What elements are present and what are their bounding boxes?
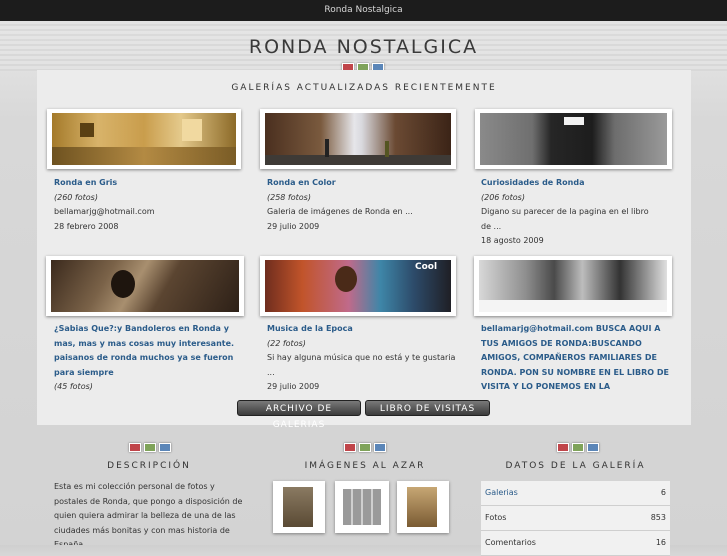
photo-count: (45 fotos) xyxy=(54,382,93,392)
gallery-card-4: ¿Sabias Que?:y Bandoleros en Ronda y mas… xyxy=(54,322,244,395)
green-swatch-icon xyxy=(144,443,156,452)
gallery-archive-button[interactable]: ARCHIVO DE GALERIAS xyxy=(237,400,361,430)
red-swatch-icon xyxy=(557,443,569,452)
window-title-bar: Ronda Nostalgica xyxy=(0,0,727,21)
green-swatch-icon xyxy=(359,443,371,452)
gallery-title-link[interactable]: Curiosidades de Ronda xyxy=(481,176,681,191)
description-text: Esta es mi colección personal de fotos y… xyxy=(54,482,243,545)
blue-swatch-icon xyxy=(587,443,599,452)
gallery-thumb-busca-amigos[interactable] xyxy=(474,256,672,316)
random-image-thumb[interactable] xyxy=(273,481,325,533)
thumb-image xyxy=(407,487,437,527)
photo-count: (258 fotos) xyxy=(267,192,311,202)
thumb-image xyxy=(265,113,451,165)
thumb-image xyxy=(479,260,667,312)
stats-label: Fotos xyxy=(485,513,507,522)
gallery-date: 29 julio 2009 xyxy=(267,382,320,392)
gallery-card-2: Ronda en Color (258 fotos) Galeria de im… xyxy=(267,176,467,234)
gallery-card-6: bellamarjg@hotmail.com BUSCA AQUI A TUS … xyxy=(481,322,671,392)
recent-galleries-heading: GALERÍAS ACTUALIZADAS RECIENTEMENTE xyxy=(231,83,497,93)
gallery-thumb-sabias-que[interactable] xyxy=(46,256,244,316)
site-title[interactable]: RONDA NOSTALGICA xyxy=(0,36,727,58)
thumb-image xyxy=(51,260,239,312)
thumb-image xyxy=(343,489,381,525)
gallery-date: 18 agosto 2009 xyxy=(481,236,544,246)
thumb-image: Cool xyxy=(265,260,451,312)
gallery-title-link[interactable]: bellamarjg@hotmail.com BUSCA AQUI A TUS … xyxy=(481,322,671,392)
red-swatch-icon xyxy=(129,443,141,452)
stats-value: 6 xyxy=(660,488,666,497)
thumb-image xyxy=(283,487,313,527)
green-swatch-icon xyxy=(572,443,584,452)
guestbook-button[interactable]: LIBRO DE VISITAS xyxy=(365,400,490,416)
gallery-card-1: Ronda en Gris (260 fotos) bellamarjg@hot… xyxy=(54,176,244,234)
red-swatch-icon xyxy=(344,443,356,452)
gallery-stats-heading: DATOS DE LA GALERÍA xyxy=(505,461,646,471)
random-images-heading: IMÁGENES AL AZAR xyxy=(304,461,426,471)
gallery-summary: Galeria de imágenes de Ronda en ... xyxy=(267,207,413,217)
gallery-thumb-ronda-en-gris[interactable] xyxy=(47,109,241,169)
blue-swatch-icon xyxy=(159,443,171,452)
photo-count: (206 fotos) xyxy=(481,192,525,202)
recent-galleries-panel: GALERÍAS ACTUALIZADAS RECIENTEMENTE Rond… xyxy=(37,70,691,430)
stats-value: 16 xyxy=(655,538,666,547)
gallery-thumb-musica[interactable]: Cool xyxy=(260,256,456,316)
gallery-card-3: Curiosidades de Ronda (206 fotos) Digano… xyxy=(481,176,681,249)
window-title: Ronda Nostalgica xyxy=(324,5,403,15)
gallery-summary: Digano su parecer de la pagina en el lib… xyxy=(481,207,649,217)
gallery-card-5: Musica de la Epoca (22 fotos) Si hay alg… xyxy=(267,322,457,395)
gallery-title-link[interactable]: Ronda en Gris xyxy=(54,176,244,191)
thumb-image xyxy=(52,113,236,165)
stats-label: Comentarios xyxy=(485,538,536,547)
random-image-thumb[interactable] xyxy=(397,481,449,533)
stats-swatch-icon xyxy=(557,443,599,452)
blue-swatch-icon xyxy=(374,443,386,452)
gallery-title-link[interactable]: ¿Sabias Que?:y Bandoleros en Ronda y mas… xyxy=(54,322,244,380)
gallery-summary: Si hay alguna música que no está y te gu… xyxy=(267,353,456,377)
gallery-date: 29 julio 2009 xyxy=(267,221,320,231)
random-image-thumb[interactable] xyxy=(335,481,389,533)
description-swatch-icon xyxy=(129,443,171,452)
photo-count: (22 fotos) xyxy=(267,338,306,348)
gallery-title-link[interactable]: Musica de la Epoca xyxy=(267,322,457,337)
stats-row-galleries[interactable]: Galerias 6 xyxy=(481,481,670,506)
thumb-image xyxy=(480,113,667,165)
stats-value: 853 xyxy=(650,513,666,522)
gallery-thumb-curiosidades[interactable] xyxy=(475,109,672,169)
gallery-date: 28 febrero 2008 xyxy=(54,221,119,231)
photo-count: (260 fotos) xyxy=(54,192,98,202)
gallery-title-link[interactable]: Ronda en Color xyxy=(267,176,467,191)
gallery-summary-more: de ... xyxy=(481,221,502,231)
stats-row-comments: Comentarios 16 xyxy=(481,531,670,556)
random-swatch-icon xyxy=(344,443,386,452)
gallery-thumb-ronda-en-color[interactable] xyxy=(260,109,456,169)
stats-label[interactable]: Galerias xyxy=(485,481,518,505)
stats-row-photos: Fotos 853 xyxy=(481,506,670,531)
description-heading: DESCRIPCIÓN xyxy=(107,461,191,471)
gallery-summary: bellamarjg@hotmail.com xyxy=(54,207,155,217)
